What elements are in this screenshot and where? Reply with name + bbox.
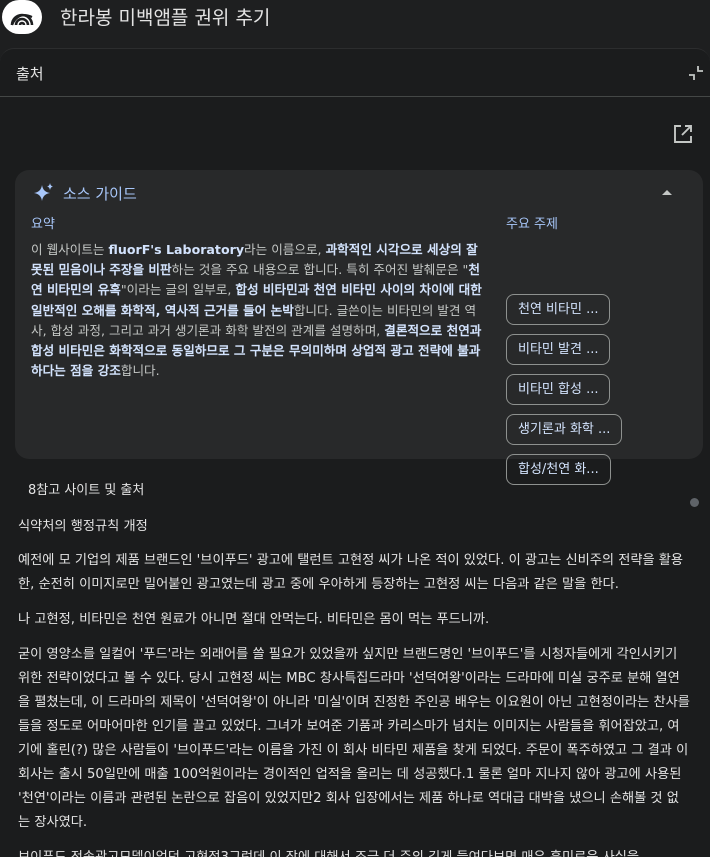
source-heading: 식약처의 행정규칙 개정 [18, 519, 148, 534]
summary-label: 요약 [31, 217, 55, 232]
topic-chip[interactable]: 생기론과 화학 ... [506, 414, 623, 445]
summary-text: 이 웹사이트는 fluorF's Laboratory라는 이름으로, 과학적인… [31, 240, 483, 381]
topic-chip[interactable]: 천연 비타민 ... [506, 294, 611, 325]
source-paragraph: 굳이 영양소를 일컬어 '푸드'라는 외래어를 쓸 필요가 있었을까 싶지만 브… [18, 647, 690, 830]
source-paragraph: 나 고현정, 비타민은 천연 원료가 아니면 절대 안먹는다. 비타민은 몸이 … [18, 612, 490, 627]
summary-segment: 합니다. [120, 363, 160, 379]
open-in-new-icon [674, 125, 692, 143]
summary-segment: "이라는 글의 일부로, [120, 282, 236, 298]
top-bar: 한라봉 미백앰플 권위 추기 [0, 0, 710, 40]
summary-segment: 라는 이름으로, [244, 242, 326, 257]
source-guide-title[interactable]: 소스 가이드 [63, 183, 137, 204]
notebook-logo-icon [10, 13, 34, 26]
references-label: 8참고 사이트 및 출처 [28, 483, 145, 498]
key-topics-label: 주요 주제 [506, 217, 558, 232]
open-in-new-button[interactable] [672, 123, 694, 145]
notebook-title[interactable]: 한라봉 미백앰플 권위 추기 [60, 3, 270, 30]
sources-panel: 출처 소스 가이드 요약 이 웹사이트는 fluorF's Laboratory… [0, 48, 710, 857]
topic-chip[interactable]: 합성/천연 화... [506, 454, 611, 485]
source-paragraph: 예전에 모 기업의 제품 브랜드인 '브이푸드' 광고에 탤런트 고현정 씨가 … [18, 553, 684, 592]
collapse-panel-button[interactable] [686, 63, 706, 83]
topic-chip[interactable]: 비타민 발견 ... [506, 334, 611, 365]
topic-chip[interactable]: 비타민 합성 ... [506, 374, 611, 405]
source-paragraph: 브이푸드 전속광고모델이었던 고현정3그런데 이 장에 대해서 조금 더 주의 … [18, 846, 690, 857]
summary-segment-bold: fluorF's Laboratory [108, 242, 245, 257]
scrollbar-thumb[interactable] [690, 498, 699, 507]
summary-segment: 이 웹사이트는 [31, 242, 109, 257]
app-logo[interactable] [2, 0, 42, 34]
panel-title: 출처 [16, 65, 44, 83]
source-content: 식약처의 행정규칙 개정 예전에 모 기업의 제품 브랜드인 '브이푸드' 광고… [18, 515, 690, 857]
collapse-icon [689, 66, 703, 80]
chevron-up-icon[interactable] [659, 184, 675, 200]
source-guide-card: 소스 가이드 요약 이 웹사이트는 fluorF's Laboratory라는 … [15, 170, 703, 485]
sparkle-icon [33, 182, 55, 204]
panel-header: 출처 [0, 49, 710, 97]
summary-segment: 하는 것을 주요 내용으로 합니다. 특히 주어진 발췌문은 " [171, 262, 469, 278]
